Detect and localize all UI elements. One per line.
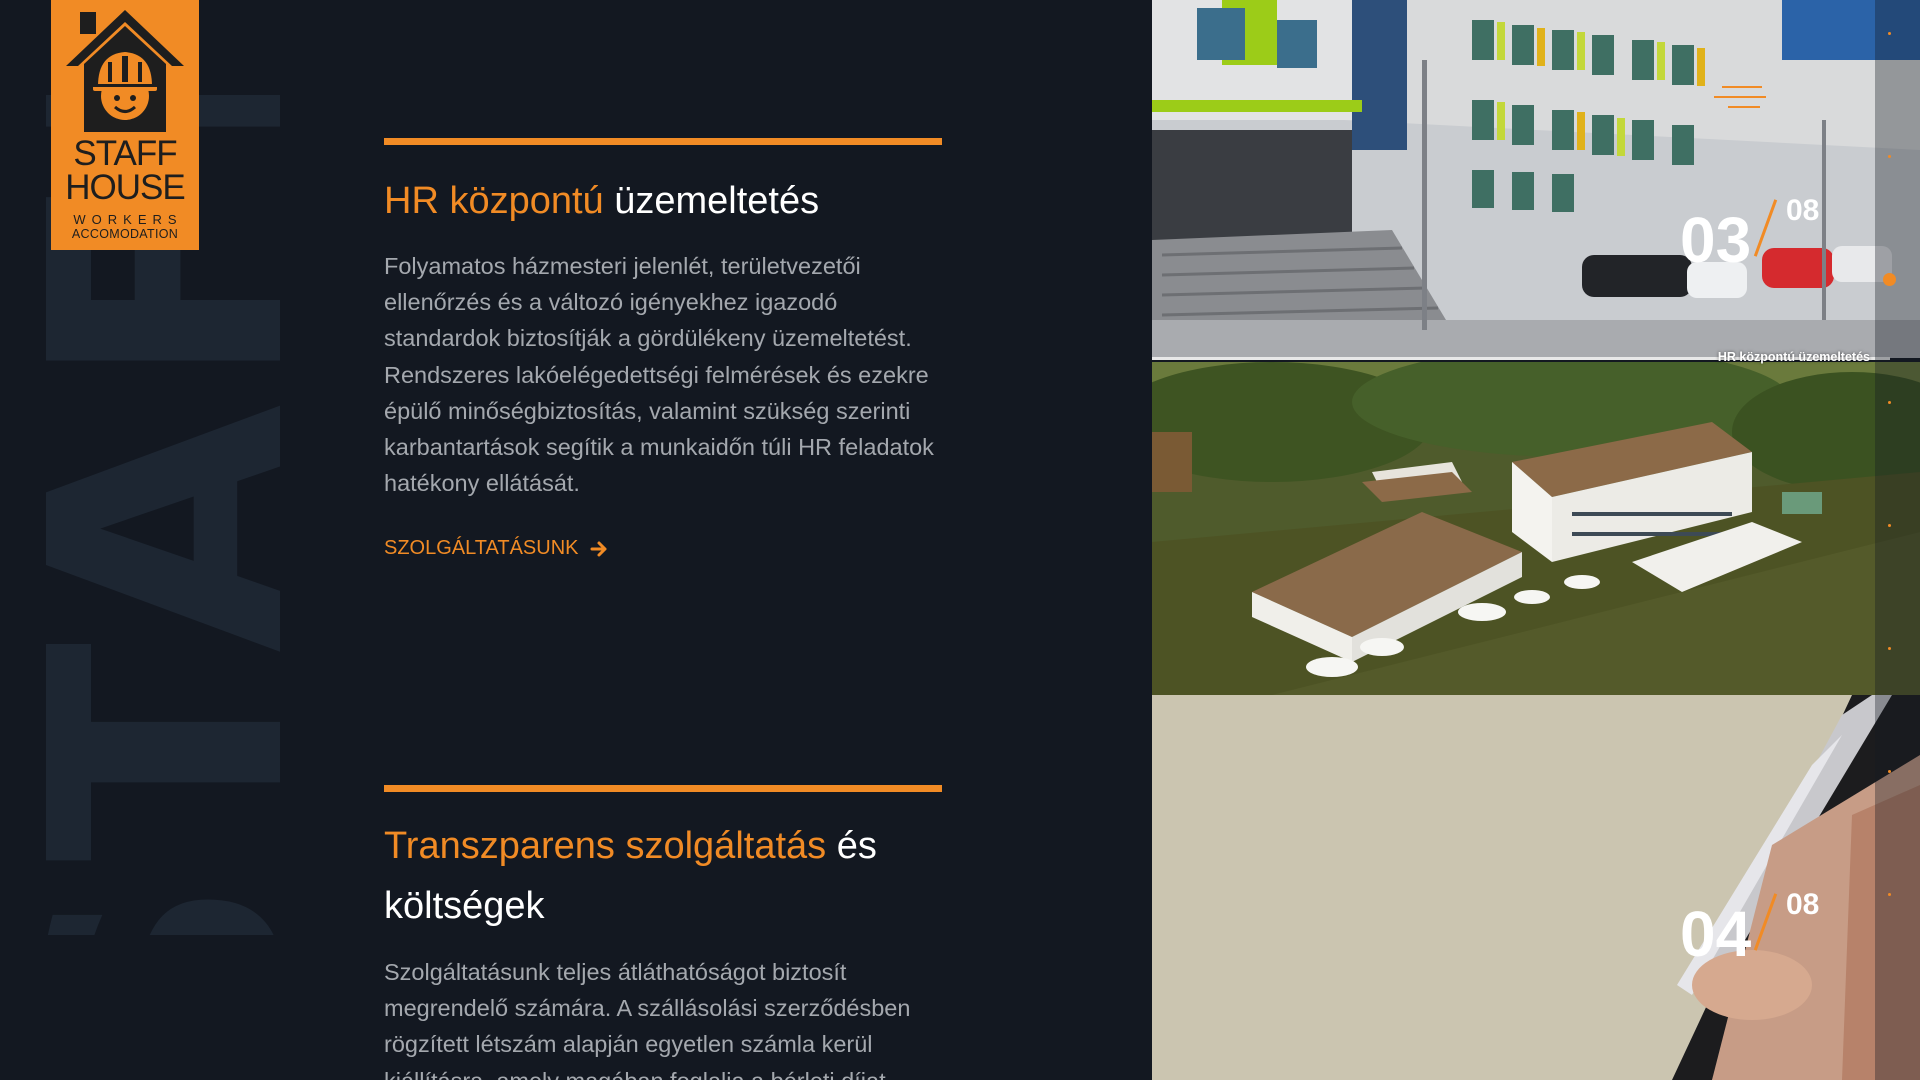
- section-title-rest: üzemeltetés: [603, 180, 820, 222]
- slide-dot[interactable]: [1888, 524, 1891, 527]
- logo-text-workers: WORKERS: [73, 212, 183, 227]
- section-body: Szolgáltatásunk teljes átláthatóságot bi…: [384, 959, 911, 1080]
- slide-nav-rail: [1875, 0, 1920, 1080]
- active-slide-label: HR központú üzemeltetés: [1717, 350, 1870, 364]
- slide-dot[interactable]: [1888, 893, 1891, 896]
- river-hotel-photo: [1152, 362, 1920, 695]
- image-gallery: 03 08 04 08: [1152, 0, 1920, 1080]
- logo-text-accomodation: ACCOMODATION: [71, 227, 179, 241]
- arrow-right-icon: [590, 541, 607, 557]
- services-link-label: SZOLGÁLTATÁSUNK: [384, 537, 579, 560]
- slide-dot[interactable]: [1888, 155, 1891, 158]
- slide-total-number: 08: [1786, 194, 1820, 227]
- section-hr-operation: HR központú üzemeltetés Folyamatos házme…: [384, 138, 942, 560]
- slide-counter-a: 03 08: [1680, 194, 1819, 272]
- logo-text-house: HOUSE: [65, 168, 185, 207]
- slide-counter-b: 04 08: [1680, 888, 1819, 966]
- slide-dot[interactable]: [1888, 770, 1891, 773]
- slide-total-number: 08: [1786, 888, 1820, 921]
- section-divider: [384, 138, 942, 145]
- slide-current-number: 03: [1680, 204, 1752, 276]
- section-body: Folyamatos házmesteri jelenlét, területv…: [384, 253, 934, 497]
- section-title-accent: HR központú: [384, 180, 604, 222]
- section-divider: [384, 785, 942, 792]
- section-title: HR központú üzemeltetés: [384, 171, 942, 231]
- slide-dot[interactable]: [1888, 401, 1891, 404]
- section-title: Transzparens szolgáltatás és költségek: [384, 816, 942, 936]
- slide-dot[interactable]: [1888, 647, 1891, 650]
- house-helmet-icon: [66, 10, 184, 132]
- services-link[interactable]: SZOLGÁLTATÁSUNK: [384, 537, 608, 560]
- building-photo: [1152, 0, 1920, 358]
- logo-text-staff: STAFF: [73, 134, 177, 173]
- section-transparent-service: Transzparens szolgáltatás és költségek S…: [384, 785, 942, 1080]
- hamburger-menu-icon[interactable]: [1712, 84, 1766, 114]
- slide-dot-active[interactable]: [1883, 273, 1896, 286]
- slide-dot[interactable]: [1888, 32, 1891, 35]
- page: STAFF STAFF HOUSE WORKERS ACCOMODATION H…: [0, 0, 1920, 1080]
- section-title-accent: Transzparens szolgáltatás: [384, 825, 827, 867]
- slide-current-number: 04: [1680, 898, 1752, 970]
- staff-house-logo[interactable]: STAFF HOUSE WORKERS ACCOMODATION: [51, 0, 199, 250]
